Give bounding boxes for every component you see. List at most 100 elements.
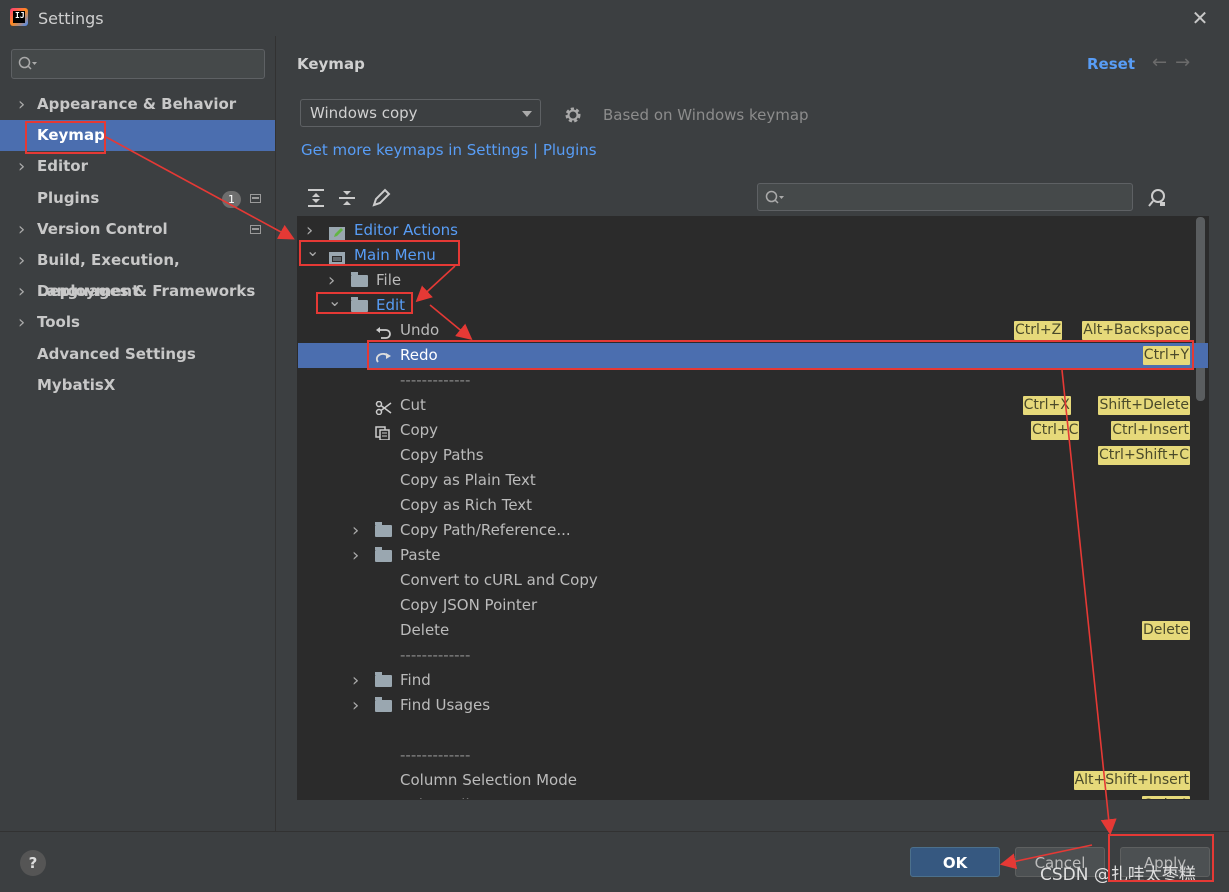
chevron-right-icon[interactable]: ›: [18, 276, 25, 307]
keymap-scheme-dropdown[interactable]: Windows copy: [300, 99, 541, 127]
action-label: File: [376, 271, 402, 289]
forward-arrow-icon[interactable]: →: [1175, 52, 1198, 73]
action-label: Copy: [400, 421, 439, 439]
tree-row[interactable]: Copy Ctrl+Insert Ctrl+C: [298, 418, 1208, 443]
separator-row[interactable]: -------------: [298, 368, 1208, 393]
tree-row[interactable]: › Find: [298, 668, 1208, 693]
chevron-right-icon[interactable]: ›: [18, 151, 25, 182]
shortcut-badge: Ctrl+Insert: [1111, 421, 1190, 440]
folder-icon: [375, 697, 392, 712]
action-label: Find: [400, 671, 431, 689]
tree-row[interactable]: Cut Shift+Delete Ctrl+X: [298, 393, 1208, 418]
annotation-box-apply: [1108, 834, 1214, 882]
annotation-box-edit: [316, 292, 413, 314]
separator-row[interactable]: -------------: [298, 643, 1208, 668]
undo-icon: [375, 323, 392, 339]
action-label: Find Usages: [400, 696, 491, 714]
action-label: Delete: [400, 621, 450, 639]
project-settings-icon: [250, 193, 261, 203]
chevron-right-icon[interactable]: ›: [18, 245, 25, 276]
sidebar-item-label: Editor: [37, 157, 88, 176]
window-title: Settings: [38, 9, 104, 28]
annotation-box-main-menu: [299, 240, 460, 266]
find-by-shortcut-icon[interactable]: [1146, 187, 1168, 209]
expand-all-icon[interactable]: [305, 187, 327, 209]
chevron-right-icon[interactable]: ›: [352, 668, 359, 693]
sidebar-item-editor[interactable]: › Editor: [0, 151, 275, 182]
close-icon[interactable]: ✕: [1188, 6, 1212, 30]
help-button[interactable]: ?: [20, 850, 46, 876]
action-label: Copy as Rich Text: [400, 496, 533, 514]
tree-row[interactable]: › File: [298, 268, 1208, 293]
tree-row[interactable]: Select All Ctrl+A: [298, 793, 1208, 799]
tree-row[interactable]: Copy as Rich Text: [298, 493, 1208, 518]
tree-row[interactable]: Copy as Plain Text: [298, 468, 1208, 493]
sidebar-item-version-control[interactable]: › Version Control: [0, 214, 275, 245]
sidebar-item-appearance-behavior[interactable]: › Appearance & Behavior: [0, 89, 275, 120]
tree-row[interactable]: › Paste: [298, 543, 1208, 568]
shortcut-badge: Delete: [1142, 621, 1190, 640]
chevron-right-icon[interactable]: ›: [352, 543, 359, 568]
sidebar-item-label: Languages & Frameworks: [37, 282, 256, 301]
sidebar-item-label: Plugins: [37, 188, 100, 207]
action-search-input[interactable]: [757, 183, 1133, 211]
settings-search-input[interactable]: [11, 49, 265, 79]
annotation-box-redo: [367, 340, 1194, 370]
shortcut-badge: Ctrl+C: [1030, 421, 1080, 440]
chevron-right-icon[interactable]: ›: [18, 307, 25, 338]
action-label: Convert to cURL and Copy: [400, 571, 598, 589]
folder-icon: [351, 272, 368, 287]
intellij-app-icon: IJ: [10, 8, 28, 26]
sidebar-item-build-execution-deployment[interactable]: › Build, Execution, Deployment: [0, 245, 275, 300]
keymap-action-tree[interactable]: › Editor Actions ⌄ Main Menu › File ⌄ Edit Undo A…: [297, 216, 1209, 800]
chevron-down-icon: [522, 111, 532, 117]
annotation-box-keymap: [25, 121, 106, 154]
history-nav: ←→: [1152, 52, 1198, 73]
tree-row[interactable]: Copy Paths Ctrl+Shift+C: [298, 443, 1208, 468]
folder-icon: [375, 522, 392, 537]
chevron-right-icon[interactable]: ›: [352, 693, 359, 718]
tree-row[interactable]: › Find Usages: [298, 693, 1208, 718]
back-arrow-icon[interactable]: ←: [1152, 52, 1175, 73]
action-label: Copy Paths: [400, 446, 484, 464]
empty-row[interactable]: [298, 718, 1208, 743]
chevron-right-icon[interactable]: ›: [18, 214, 25, 245]
chevron-right-icon[interactable]: ›: [352, 518, 359, 543]
shortcut-badge: Shift+Delete: [1098, 396, 1190, 415]
sidebar-item-languages-frameworks[interactable]: › Languages & Frameworks: [0, 276, 275, 307]
collapse-all-icon[interactable]: [336, 187, 358, 209]
project-settings-icon: [250, 224, 261, 234]
tree-row[interactable]: ⌄ Edit: [298, 291, 1208, 318]
editor-actions-icon: [329, 223, 346, 240]
tree-row[interactable]: Column Selection Mode Alt+Shift+Insert: [298, 768, 1208, 793]
sidebar-item-plugins[interactable]: Plugins 1: [0, 183, 275, 214]
sidebar-item-tools[interactable]: › Tools: [0, 307, 275, 338]
page-title: Keymap: [297, 55, 365, 73]
tree-row[interactable]: Convert to cURL and Copy: [298, 568, 1208, 593]
gear-icon[interactable]: [563, 105, 583, 125]
tree-row[interactable]: › Copy Path/Reference...: [298, 518, 1208, 543]
sidebar-item-mybatisx[interactable]: MybatisX: [0, 370, 275, 401]
more-keymaps-link[interactable]: Get more keymaps in Settings | Plugins: [301, 141, 597, 159]
search-icon: [18, 56, 37, 70]
sidebar-item-label: Version Control: [37, 219, 168, 238]
action-label: -------------: [400, 646, 471, 664]
folder-icon: [375, 672, 392, 687]
separator-row[interactable]: -------------: [298, 743, 1208, 768]
edit-shortcut-icon[interactable]: [370, 187, 392, 209]
shortcut-badge: Alt+Backspace: [1082, 321, 1190, 340]
sidebar-item-label: Advanced Settings: [37, 344, 196, 363]
shortcut-badge: Ctrl+Z: [1013, 321, 1063, 340]
sidebar-item-advanced-settings[interactable]: Advanced Settings: [0, 339, 275, 370]
tree-row[interactable]: Delete Delete: [298, 618, 1208, 643]
scissors-icon: [375, 398, 392, 416]
action-label: Copy as Plain Text: [400, 471, 536, 489]
shortcut-badge: Ctrl+X: [1022, 396, 1071, 415]
ok-button[interactable]: OK: [910, 847, 1000, 877]
chevron-right-icon[interactable]: ›: [18, 89, 25, 120]
action-label: Select All: [400, 793, 470, 799]
action-label: Column Selection Mode: [400, 771, 577, 789]
shortcut-badge: Ctrl+A: [1141, 796, 1190, 799]
reset-link[interactable]: Reset: [1087, 55, 1135, 73]
tree-row[interactable]: Copy JSON Pointer: [298, 593, 1208, 618]
